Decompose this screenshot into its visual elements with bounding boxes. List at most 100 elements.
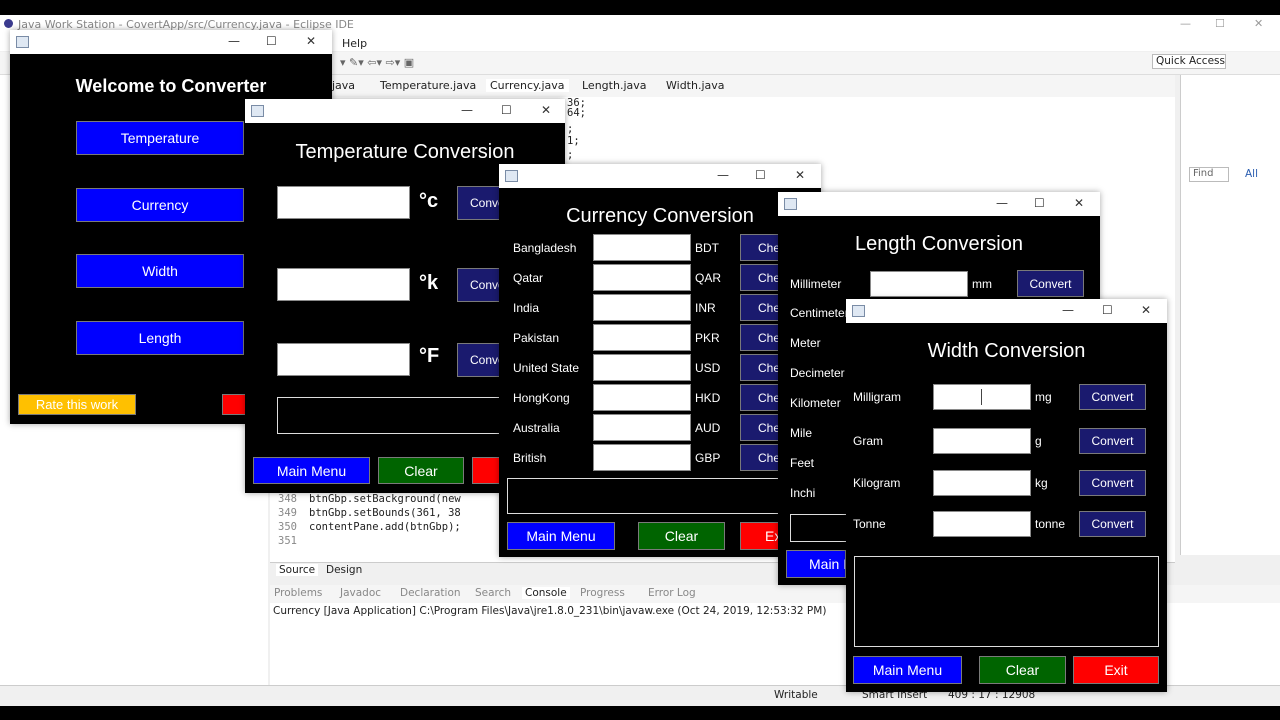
- tab-design[interactable]: Design: [326, 564, 362, 576]
- currency-country-label: Pakistan: [513, 331, 560, 345]
- width-result-area[interactable]: [854, 556, 1159, 647]
- close-icon[interactable]: ✕: [306, 34, 316, 48]
- clear-button[interactable]: Clear: [638, 522, 725, 550]
- code-fragment: 1;: [567, 135, 580, 147]
- width-unit-label: g: [1035, 434, 1042, 448]
- exit-button[interactable]: [222, 394, 246, 415]
- width-convert-button[interactable]: Convert: [1079, 384, 1146, 410]
- java-icon: [16, 36, 29, 48]
- currency-check-button[interactable]: Che: [740, 414, 780, 441]
- temperature-result-area[interactable]: [277, 397, 517, 434]
- minimize-icon[interactable]: —: [717, 168, 729, 182]
- minimize-icon[interactable]: —: [228, 34, 240, 48]
- width-convert-button[interactable]: Convert: [1079, 511, 1146, 537]
- kelvin-input[interactable]: [277, 268, 410, 301]
- currency-button[interactable]: Currency: [76, 188, 244, 222]
- tab-error-log[interactable]: Error Log: [648, 587, 696, 599]
- minimize-icon[interactable]: —: [1062, 303, 1074, 317]
- maximize-icon[interactable]: ☐: [266, 34, 277, 48]
- close-icon[interactable]: ✕: [541, 103, 551, 117]
- currency-amount-input[interactable]: [593, 354, 691, 381]
- width-value-input[interactable]: [933, 384, 1031, 410]
- width-value-input[interactable]: [933, 470, 1031, 496]
- width-button[interactable]: Width: [76, 254, 244, 288]
- quick-access-input[interactable]: Quick Access: [1152, 54, 1226, 69]
- close-icon[interactable]: ✕: [1074, 196, 1084, 210]
- currency-amount-input[interactable]: [593, 294, 691, 321]
- currency-check-button[interactable]: Che: [740, 264, 780, 291]
- currency-check-button[interactable]: Che: [740, 294, 780, 321]
- width-value-input[interactable]: [933, 511, 1031, 537]
- currency-amount-input[interactable]: [593, 324, 691, 351]
- currency-amount-input[interactable]: [593, 264, 691, 291]
- exit-button[interactable]: [472, 457, 502, 484]
- tab-source[interactable]: Source: [276, 564, 319, 576]
- tab-declaration[interactable]: Declaration: [400, 587, 461, 599]
- width-unit-label: mg: [1035, 390, 1052, 404]
- tab-currency[interactable]: Currency.java: [486, 79, 569, 92]
- outline-find-input[interactable]: Find: [1189, 167, 1229, 182]
- currency-country-label: Australia: [513, 421, 560, 435]
- exit-button[interactable]: Exit: [1073, 656, 1159, 684]
- clear-button[interactable]: Clear: [378, 457, 464, 484]
- width-value-input[interactable]: [933, 428, 1031, 454]
- millimeter-input[interactable]: [870, 271, 968, 297]
- currency-check-button[interactable]: Che: [740, 384, 780, 411]
- maximize-icon[interactable]: ☐: [1102, 303, 1113, 317]
- length-button[interactable]: Length: [76, 321, 244, 355]
- currency-amount-input[interactable]: [593, 414, 691, 441]
- main-menu-button[interactable]: Main Menu: [507, 522, 615, 550]
- rate-button[interactable]: Rate this work: [18, 394, 136, 415]
- currency-amount-input[interactable]: [593, 234, 691, 261]
- tab-temperature[interactable]: Temperature.java: [380, 79, 476, 92]
- minimize-icon[interactable]: —: [996, 196, 1008, 210]
- maximize-icon[interactable]: ☐: [1215, 17, 1225, 30]
- millimeter-convert-button[interactable]: Convert: [1017, 270, 1084, 297]
- currency-code-label: USD: [695, 361, 721, 375]
- outline-all-link[interactable]: All: [1245, 168, 1258, 180]
- currency-body: Currency Conversion Bangladesh BDT Che Qata…: [499, 188, 821, 557]
- close-icon[interactable]: ✕: [795, 168, 805, 182]
- clear-button[interactable]: Clear: [979, 656, 1066, 684]
- menu-help[interactable]: Help: [342, 37, 367, 50]
- close-icon[interactable]: ✕: [1254, 17, 1263, 30]
- currency-country-label: Qatar: [513, 271, 544, 285]
- main-menu-button[interactable]: Main M: [786, 550, 846, 578]
- currency-amount-input[interactable]: [593, 444, 691, 471]
- currency-check-button[interactable]: Che: [740, 354, 780, 381]
- toolbar-icons[interactable]: ▾ ✎▾ ⇦▾ ⇨▾ ▣: [340, 56, 414, 69]
- maximize-icon[interactable]: ☐: [1034, 196, 1045, 210]
- celsius-input[interactable]: [277, 186, 410, 219]
- maximize-icon[interactable]: ☐: [501, 103, 512, 117]
- fahrenheit-input[interactable]: [277, 343, 410, 376]
- temperature-titlebar: — ☐ ✕: [245, 99, 565, 123]
- currency-amount-input[interactable]: [593, 384, 691, 411]
- tab-width[interactable]: Width.java: [666, 79, 725, 92]
- currency-result-area[interactable]: [507, 478, 797, 514]
- tab-length[interactable]: Length.java: [582, 79, 647, 92]
- minimize-icon[interactable]: —: [461, 103, 473, 117]
- length-result-area[interactable]: [790, 514, 850, 542]
- java-icon: [852, 305, 865, 317]
- width-unit-label: kg: [1035, 476, 1048, 490]
- width-convert-button[interactable]: Convert: [1079, 428, 1146, 454]
- tab-java[interactable]: java: [332, 79, 355, 92]
- maximize-icon[interactable]: ☐: [755, 168, 766, 182]
- tab-problems[interactable]: Problems: [274, 587, 322, 599]
- width-row-label: Tonne: [853, 517, 886, 531]
- temperature-button[interactable]: Temperature: [76, 121, 244, 155]
- currency-check-button[interactable]: Che: [740, 234, 780, 261]
- currency-check-button[interactable]: Che: [740, 324, 780, 351]
- main-menu-button[interactable]: Main Menu: [853, 656, 962, 684]
- tab-search[interactable]: Search: [475, 587, 511, 599]
- exit-button[interactable]: Ex: [740, 522, 780, 550]
- minimize-icon[interactable]: —: [1180, 17, 1191, 30]
- tab-progress[interactable]: Progress: [580, 587, 625, 599]
- currency-check-button[interactable]: Che: [740, 444, 780, 471]
- main-menu-button[interactable]: Main Menu: [253, 457, 370, 484]
- close-icon[interactable]: ✕: [1141, 303, 1151, 317]
- tab-console[interactable]: Console: [522, 587, 570, 599]
- tab-javadoc[interactable]: Javadoc: [340, 587, 381, 599]
- code-fragment: ;: [567, 123, 574, 135]
- width-convert-button[interactable]: Convert: [1079, 470, 1146, 496]
